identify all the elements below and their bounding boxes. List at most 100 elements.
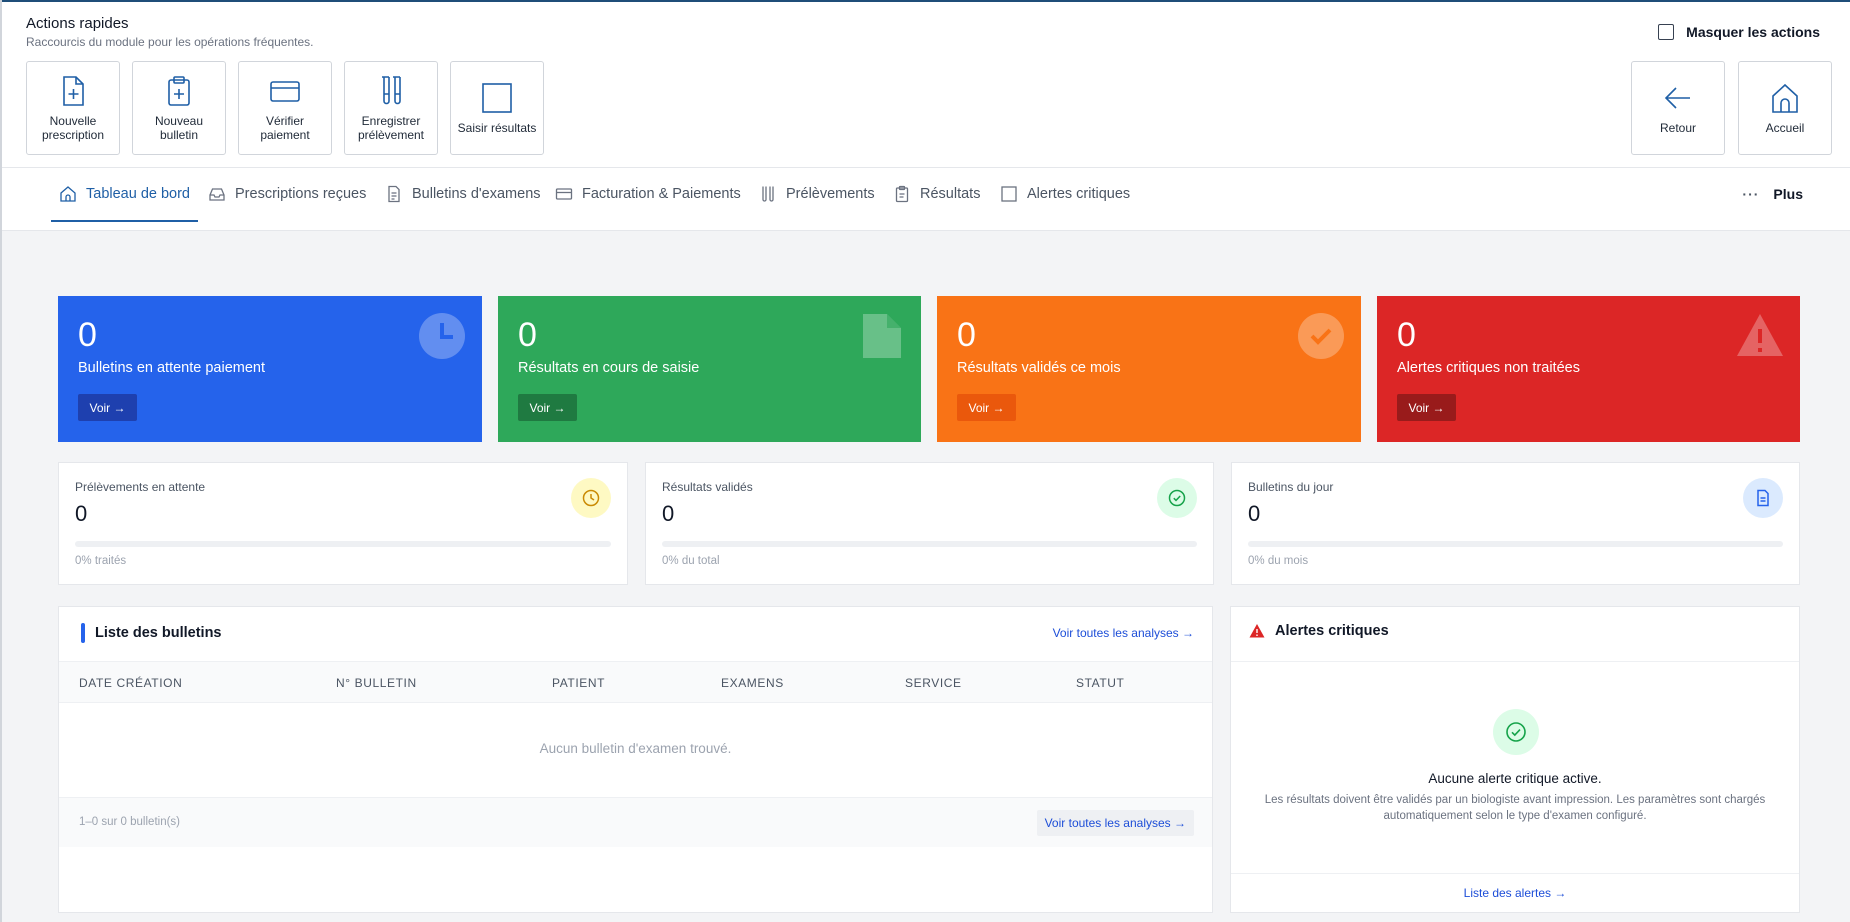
table-footer: 1–0 sur 0 bulletin(s) Voir toutes les an… [59,797,1212,847]
clock-icon [419,313,465,359]
tab-dashboard[interactable]: Tableau de bord [51,168,198,222]
no-alert-title: Aucune alerte critique active. [1428,771,1602,786]
hide-actions-label: Masquer les actions [1686,24,1820,40]
critical-alerts-panel: Alertes critiques Aucune alerte critique… [1230,606,1800,913]
tab-results-label: Résultats [920,186,981,202]
verify-payment-label: Vérifier paiement [260,114,310,142]
stat-value: 0 [1397,316,1416,354]
home-icon [1772,83,1798,113]
column-header[interactable]: N° BULLETIN [336,676,417,690]
pagination-count: 1–0 sur 0 bulletin(s) [79,816,180,828]
square-icon [482,83,512,113]
mini-card-label: Résultats validés [662,480,753,494]
column-header[interactable]: SERVICE [905,676,962,690]
bulletins-title: Liste des bulletins [81,623,222,643]
view-results-in-progress-button[interactable]: Voir → [518,394,577,421]
view-all-analyses-button[interactable]: Voir toutes les analyses → [1036,810,1194,836]
quick-actions-panel: Actions rapides Raccourcis du module pou… [2,2,1850,168]
mini-card-validated-results: Résultats validés 0 0% du total [645,462,1214,585]
tab-bulletins-label: Bulletins d'examens [412,186,541,202]
stat-card-validated-this-month: 0 Résultats validés ce mois Voir → [937,296,1361,442]
divider [1231,873,1799,874]
document-icon [388,185,400,203]
mini-card-subtext: 0% du total [662,555,720,567]
progress-bar [1248,541,1783,547]
column-header[interactable]: EXAMENS [721,676,784,690]
clipboard-plus-icon [168,76,190,106]
tab-prescriptions-label: Prescriptions reçues [235,186,367,202]
file-icon [863,314,901,358]
stat-card-critical-alerts: 0 Alertes critiques non traitées Voir → [1377,296,1800,442]
bulletins-title-text: Liste des bulletins [95,625,222,641]
tab-samples-label: Prélèvements [786,186,875,202]
quick-actions-subtitle: Raccourcis du module pour les opérations… [26,35,314,49]
tab-dashboard-label: Tableau de bord [86,186,190,202]
tabs-more-label: Plus [1773,186,1803,202]
home-icon [60,186,76,202]
inbox-icon [209,188,225,201]
stat-label: Bulletins en attente paiement [78,360,266,376]
more-dots-icon: ··· [1742,186,1760,202]
mini-card-label: Bulletins du jour [1248,480,1334,494]
clipboard-icon [895,185,909,203]
mini-card-subtext: 0% traités [75,555,127,567]
tab-critical-alerts[interactable]: Alertes critiques [1000,168,1130,220]
progress-bar [75,541,611,547]
view-pending-payment-button[interactable]: Voir → [78,394,137,421]
view-all-analyses-link[interactable]: Voir toutes les analyses → [1053,626,1194,640]
critical-alerts-title: Alertes critiques [1249,623,1389,639]
tab-bulletins[interactable]: Bulletins d'examens [385,168,541,220]
back-button[interactable]: Retour [1631,61,1725,155]
mini-card-value: 0 [1248,501,1261,526]
no-alert-description: Les résultats doivent être validés par u… [1264,794,1766,822]
mini-card-label: Prélèvements en attente [75,480,206,494]
tab-billing[interactable]: Facturation & Paiements [555,168,741,220]
register-sample-button[interactable]: Enregistrer prélèvement [344,61,438,155]
check-circle-icon [1157,478,1197,518]
new-prescription-label: Nouvelle prescription [41,114,105,142]
clock-icon [571,478,611,518]
alerts-list-link[interactable]: Liste des alertes → [1231,886,1799,900]
column-header[interactable]: PATIENT [552,676,605,690]
back-label: Retour [1659,121,1697,135]
enter-results-button[interactable]: Saisir résultats [450,61,544,155]
mini-card-value: 0 [75,501,88,526]
verify-payment-button[interactable]: Vérifier paiement [238,61,332,155]
stat-value: 0 [518,316,537,354]
test-tubes-icon [382,76,401,105]
stat-card-results-in-progress: 0 Résultats en cours de saisie Voir → [498,296,921,442]
column-header[interactable]: STATUT [1076,676,1124,690]
home-label: Accueil [1765,121,1805,135]
critical-alerts-title-text: Alertes critiques [1275,623,1389,639]
new-prescription-button[interactable]: Nouvelle prescription [26,61,120,155]
new-bulletin-label: Nouveau bulletin [154,114,204,142]
tab-billing-label: Facturation & Paiements [582,186,741,202]
view-critical-alerts-button[interactable]: Voir → [1397,394,1456,421]
new-bulletin-button[interactable]: Nouveau bulletin [132,61,226,155]
test-tubes-icon [762,186,774,202]
tab-prescriptions[interactable]: Prescriptions reçues [208,168,366,220]
credit-card-icon [555,188,573,200]
divider [1231,661,1799,662]
view-validated-button[interactable]: Voir → [957,394,1016,421]
arrow-left-icon [1664,87,1690,109]
empty-table-message: Aucun bulletin d'examen trouvé. [539,741,732,756]
mini-card-pending-samples: Prélèvements en attente 0 0% traités [58,462,628,585]
check-circle-icon [1298,313,1344,359]
enter-results-label: Saisir résultats [457,121,537,135]
title-accent [81,623,85,643]
tabs-more-button[interactable]: ··· Plus [1742,168,1803,220]
home-button[interactable]: Accueil [1738,61,1832,155]
tab-results[interactable]: Résultats [893,168,980,220]
warning-icon [1249,624,1265,638]
register-sample-label: Enregistrer prélèvement [357,114,425,142]
hide-actions-checkbox[interactable] [1658,24,1675,40]
tab-samples[interactable]: Prélèvements [759,168,875,220]
hide-actions-toggle[interactable]: Masquer les actions [1658,24,1820,40]
file-plus-icon [63,76,84,106]
stat-label: Résultats validés ce mois [957,360,1121,376]
column-header[interactable]: DATE CRÉATION [79,676,182,690]
progress-bar [662,541,1197,547]
tab-critical-alerts-label: Alertes critiques [1027,186,1131,202]
bulletins-panel: Liste des bulletins Voir toutes les anal… [58,606,1213,913]
